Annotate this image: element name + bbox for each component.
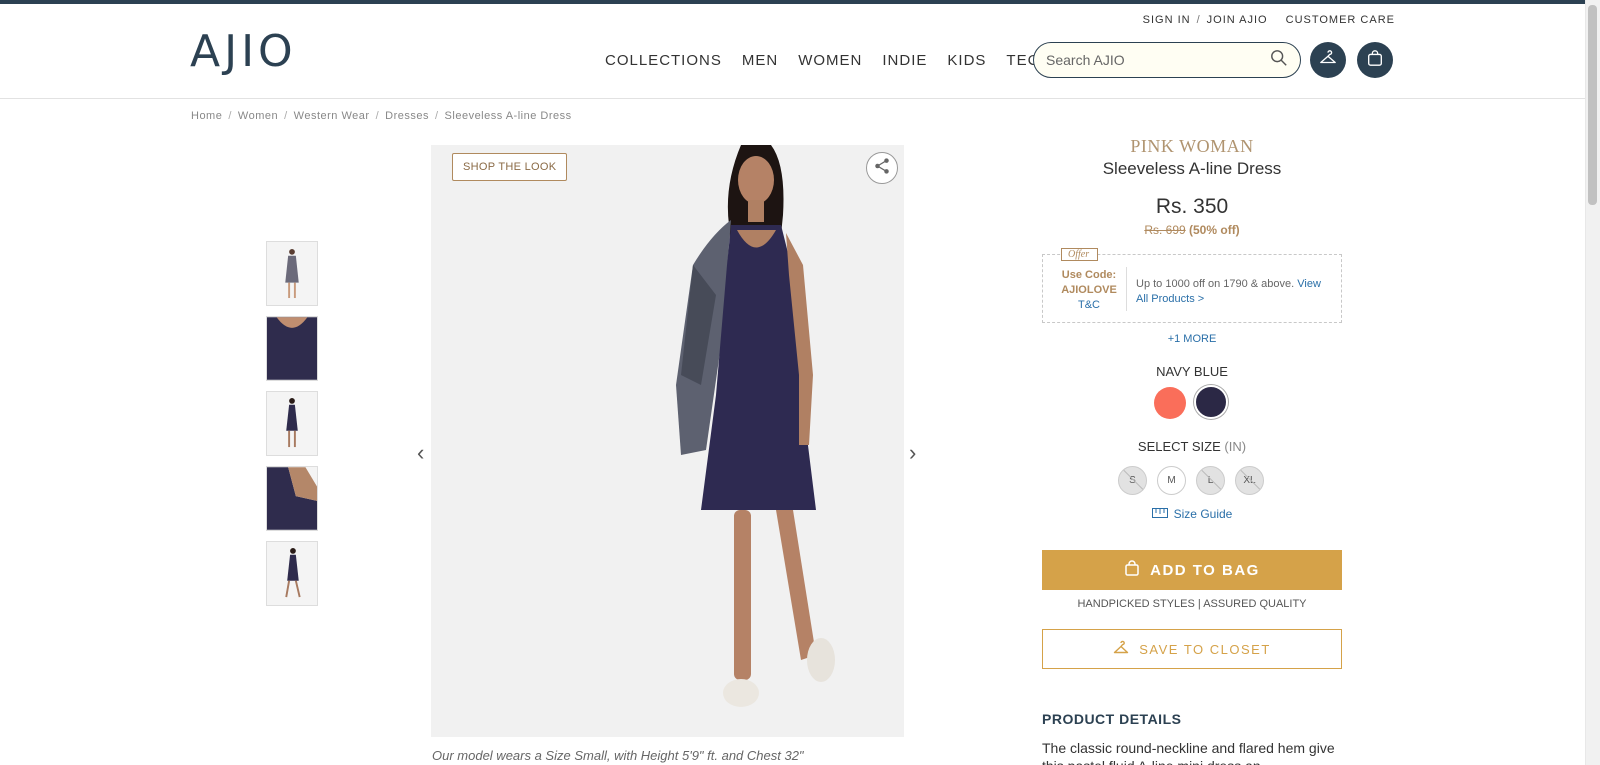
ajio-logo[interactable]: AJIO: [190, 26, 297, 77]
offer-code: AJIOLOVE: [1061, 284, 1117, 296]
offer-tc-link[interactable]: T&C: [1053, 298, 1125, 313]
offer-description: Up to 1000 off on 1790 & above. View All…: [1136, 277, 1331, 307]
search-icon[interactable]: [1270, 49, 1288, 72]
selected-color-label: NAVY BLUE: [1156, 364, 1228, 379]
discount-percent: (50% off): [1189, 223, 1240, 237]
product-info: PINK WOMAN Sleeveless A-line Dress Rs. 3…: [1042, 136, 1342, 237]
select-size-label: SELECT SIZE (IN): [1042, 439, 1342, 454]
save-to-closet-label: SAVE TO CLOSET: [1139, 641, 1271, 657]
thumbnail-1[interactable]: [266, 241, 318, 306]
product-name: Sleeveless A-line Dress: [1102, 159, 1282, 178]
thumbnail-2[interactable]: [266, 316, 318, 381]
main-nav: COLLECTIONS MEN WOMEN INDIE KIDS TECH: [605, 52, 1051, 69]
size-xl[interactable]: XL: [1235, 466, 1264, 495]
size-guide-text: Size Guide: [1173, 507, 1233, 521]
hanger-icon: [1113, 640, 1129, 659]
thumbnail-strip: [266, 241, 318, 606]
breadcrumb-women[interactable]: Women: [238, 110, 278, 122]
breadcrumb-sep: /: [284, 110, 288, 122]
prev-image-arrow[interactable]: ‹: [417, 440, 424, 466]
search-input[interactable]: [1046, 52, 1270, 68]
share-button[interactable]: [866, 152, 898, 184]
size-m[interactable]: M: [1157, 466, 1186, 495]
shop-the-look-button[interactable]: SHOP THE LOOK: [452, 153, 568, 181]
join-ajio-link[interactable]: JOIN AJIO: [1207, 14, 1268, 26]
model-size-caption: Our model wears a Size Small, with Heigh…: [432, 748, 804, 763]
offer-code-block: Use Code: AJIOLOVE T&C: [1053, 268, 1125, 313]
save-to-closet-button[interactable]: SAVE TO CLOSET: [1042, 629, 1342, 669]
color-swatches: [1154, 385, 1228, 419]
assured-quality-text: HANDPICKED STYLES | ASSURED QUALITY: [1077, 598, 1307, 610]
bag-icon: [1124, 560, 1140, 580]
breadcrumb-current: Sleeveless A-line Dress: [444, 110, 572, 122]
nav-women[interactable]: WOMEN: [798, 52, 862, 69]
nav-kids[interactable]: KIDS: [947, 52, 986, 69]
add-to-bag-button[interactable]: ADD TO BAG: [1042, 550, 1342, 590]
search-box: [1033, 42, 1301, 78]
scrollbar-thumb[interactable]: [1588, 5, 1597, 205]
price-mrp-row: Rs. 699 (50% off): [1042, 223, 1342, 237]
main-product-image[interactable]: SHOP THE LOOK: [431, 145, 904, 737]
color-swatch-navy[interactable]: [1194, 385, 1228, 419]
offer-divider: [1126, 267, 1127, 311]
thumbnail-3[interactable]: [266, 391, 318, 456]
add-to-bag-label: ADD TO BAG: [1150, 561, 1260, 579]
original-price: Rs. 699: [1144, 223, 1186, 237]
ruler-icon: [1151, 507, 1168, 521]
product-price: Rs. 350: [1155, 195, 1229, 218]
sign-in-link[interactable]: SIGN IN: [1143, 14, 1191, 26]
account-button[interactable]: [1310, 42, 1346, 78]
breadcrumb-home[interactable]: Home: [191, 110, 222, 122]
offer-desc-text: Up to 1000 off on 1790 & above.: [1136, 278, 1295, 290]
color-swatch-coral[interactable]: [1154, 387, 1186, 419]
hanger-icon: [1319, 49, 1337, 72]
breadcrumb-dresses[interactable]: Dresses: [385, 110, 429, 122]
breadcrumb: Home / Women / Western Wear / Dresses / Slee…: [191, 110, 572, 122]
share-icon: [873, 157, 891, 180]
product-details-text: The classic round-neckline and flared he…: [1042, 740, 1335, 765]
nav-indie[interactable]: INDIE: [882, 52, 927, 69]
breadcrumb-sep: /: [434, 110, 439, 122]
offer-box: Offer Use Code: AJIOLOVE T&C Up to 1000 …: [1042, 248, 1342, 323]
size-l[interactable]: L: [1196, 466, 1225, 495]
utility-links: SIGN IN / JOIN AJIO CUSTOMER CARE: [1143, 14, 1395, 26]
util-separator: /: [1196, 14, 1201, 26]
bag-button[interactable]: [1357, 42, 1393, 78]
nav-men[interactable]: MEN: [742, 52, 778, 69]
use-code-label: Use Code:: [1061, 269, 1117, 281]
breadcrumb-western-wear[interactable]: Western Wear: [294, 110, 370, 122]
page-scrollbar[interactable]: [1585, 0, 1600, 765]
product-details-heading: PRODUCT DETAILS: [1042, 711, 1182, 727]
breadcrumb-sep: /: [375, 110, 380, 122]
more-offers-link[interactable]: +1 MORE: [1042, 333, 1342, 345]
size-options: S M L XL: [1118, 466, 1264, 495]
next-image-arrow[interactable]: ›: [909, 440, 916, 466]
size-s[interactable]: S: [1118, 466, 1147, 495]
brand-name[interactable]: PINK WOMAN: [1042, 136, 1342, 157]
thumbnail-5[interactable]: [266, 541, 318, 606]
nav-collections[interactable]: COLLECTIONS: [605, 52, 722, 69]
thumbnail-4[interactable]: [266, 466, 318, 531]
site-header: AJIO SIGN IN / JOIN AJIO CUSTOMER CARE C…: [0, 4, 1585, 99]
bag-icon: [1366, 49, 1384, 72]
customer-care-link[interactable]: CUSTOMER CARE: [1286, 14, 1395, 26]
offer-tag: Offer: [1061, 248, 1099, 261]
breadcrumb-sep: /: [228, 110, 232, 122]
model-photo: [431, 145, 904, 737]
size-unit: (IN): [1224, 439, 1247, 454]
size-guide-link[interactable]: Size Guide: [1042, 507, 1342, 521]
select-size-text: SELECT SIZE: [1137, 439, 1221, 454]
